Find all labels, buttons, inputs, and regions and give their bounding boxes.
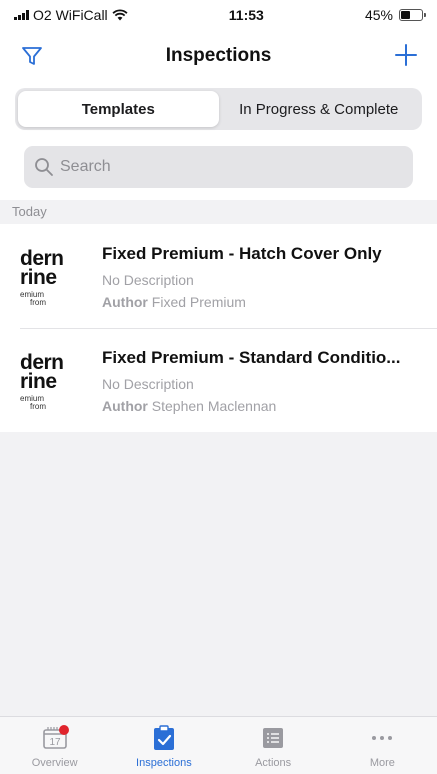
battery-fill bbox=[401, 11, 410, 19]
tab-bar: 17 Overview Inspections Actions More bbox=[0, 716, 437, 774]
search-icon bbox=[35, 158, 53, 176]
nav-bar: Inspections bbox=[0, 30, 437, 82]
tab-label: Actions bbox=[255, 757, 292, 769]
add-button[interactable] bbox=[391, 40, 421, 70]
template-description: No Description bbox=[102, 272, 194, 288]
notification-badge bbox=[58, 725, 69, 735]
battery-percent: 45% bbox=[364, 7, 393, 23]
tab-label: More bbox=[369, 757, 395, 769]
carrier-name: O2 WiFiCall bbox=[33, 7, 108, 23]
tab-more[interactable]: More bbox=[328, 717, 437, 774]
calendar-day: 17 bbox=[49, 737, 61, 748]
template-list: dern rine emium from Fixed Premium - Hat… bbox=[0, 224, 437, 432]
template-description: No Description bbox=[102, 376, 194, 392]
filter-icon bbox=[22, 47, 42, 65]
tab-overview[interactable]: 17 Overview bbox=[0, 717, 109, 774]
search-bar bbox=[24, 146, 413, 188]
signal-icon bbox=[14, 10, 29, 20]
tab-label: Overview bbox=[31, 757, 78, 769]
list-item[interactable]: dern rine emium from Fixed Premium - Hat… bbox=[0, 224, 437, 328]
more-icon bbox=[367, 725, 397, 751]
section-header: Today bbox=[0, 200, 437, 224]
status-bar: O2 WiFiCall 11:53 45% bbox=[0, 0, 437, 30]
status-right: 45% bbox=[364, 7, 426, 23]
template-author: Author Stephen Maclennan bbox=[102, 398, 421, 414]
plus-icon bbox=[395, 44, 417, 66]
list-item-text: Fixed Premium - Standard Conditio... No … bbox=[102, 346, 421, 414]
status-time: 11:53 bbox=[228, 7, 264, 23]
search-input[interactable] bbox=[60, 158, 390, 176]
author-key: Author bbox=[102, 398, 148, 414]
clipboard-check-icon bbox=[149, 725, 179, 751]
list-item[interactable]: dern rine emium from Fixed Premium - Sta… bbox=[0, 328, 437, 432]
author-key: Author bbox=[102, 294, 148, 310]
calendar-icon: 17 bbox=[40, 725, 70, 751]
template-logo: dern rine emium from bbox=[20, 350, 64, 411]
template-author: Author Fixed Premium bbox=[102, 294, 421, 310]
segmented-control: Templates In Progress & Complete bbox=[15, 88, 422, 130]
author-name: Fixed Premium bbox=[151, 294, 246, 310]
template-title: Fixed Premium - Standard Conditio... bbox=[102, 348, 401, 367]
page-title: Inspections bbox=[165, 45, 272, 66]
wifi-icon bbox=[112, 9, 128, 21]
segment-in-progress-complete[interactable]: In Progress & Complete bbox=[219, 91, 420, 127]
list-icon bbox=[258, 725, 288, 751]
author-name: Stephen Maclennan bbox=[151, 398, 277, 414]
segment-templates[interactable]: Templates bbox=[18, 91, 219, 127]
template-logo: dern rine emium from bbox=[20, 246, 64, 307]
list-item-text: Fixed Premium - Hatch Cover Only No Desc… bbox=[102, 242, 421, 310]
tab-label: Inspections bbox=[136, 757, 192, 769]
status-left: O2 WiFiCall bbox=[14, 7, 128, 23]
battery-icon bbox=[399, 9, 426, 21]
search-wrap bbox=[0, 138, 437, 200]
segment-wrap: Templates In Progress & Complete bbox=[0, 82, 437, 138]
template-title: Fixed Premium - Hatch Cover Only bbox=[102, 244, 382, 263]
tab-inspections[interactable]: Inspections bbox=[109, 717, 218, 774]
filter-button[interactable] bbox=[18, 42, 46, 70]
tab-actions[interactable]: Actions bbox=[219, 717, 328, 774]
